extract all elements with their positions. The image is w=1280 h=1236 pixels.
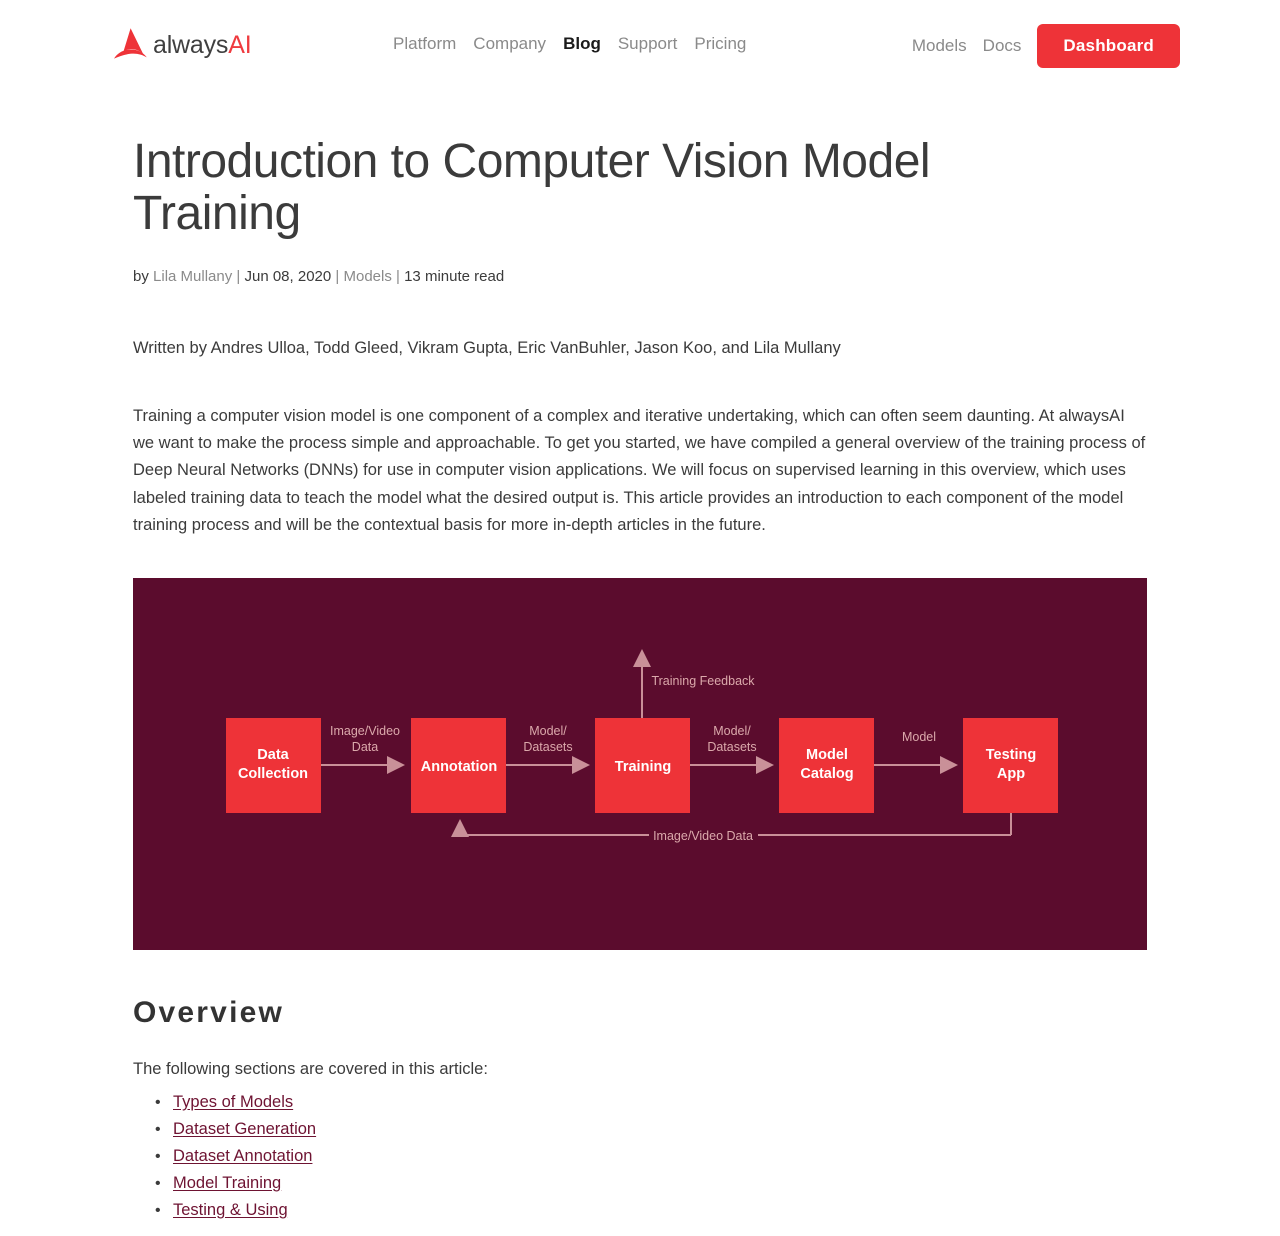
byline-prefix: by (133, 268, 149, 285)
nav-item-company[interactable]: Company (473, 31, 546, 57)
edge-label-training-feedback: Training Feedback (651, 674, 755, 688)
byline-author-link[interactable]: Lila Mullany (153, 268, 232, 285)
box-label-testing-app-line1: Testing (986, 747, 1036, 763)
edge-label-model-datasets-1a: Model/ (529, 724, 567, 738)
box-label-testing-app-line2: App (997, 766, 1025, 782)
nav-item-models[interactable]: Models (912, 33, 967, 59)
alwaysai-logo-mark (114, 28, 147, 59)
toc-link-types-of-models[interactable]: Types of Models (173, 1093, 293, 1111)
site-logo[interactable]: alwaysAI (113, 27, 252, 61)
byline-separator-3: | (396, 268, 400, 285)
box-label-training: Training (615, 759, 671, 775)
primary-navigation: Platform Company Blog Support Pricing (393, 31, 746, 57)
site-header: alwaysAI Platform Company Blog Support P… (0, 0, 1280, 89)
box-label-model-catalog-line1: Model (806, 747, 848, 763)
written-by-line: Written by Andres Ulloa, Todd Gleed, Vik… (133, 339, 841, 357)
edge-label-model-datasets-1b: Datasets (523, 740, 572, 754)
nav-item-pricing[interactable]: Pricing (694, 31, 746, 57)
byline: by Lila Mullany | Jun 08, 2020 | Models … (133, 267, 1147, 287)
edge-label-image-video-data-1b: Data (352, 740, 378, 754)
logo-text: alwaysAI (153, 30, 252, 59)
logo-text-accent: AI (228, 30, 252, 59)
toc-link-dataset-generation[interactable]: Dataset Generation (173, 1120, 316, 1138)
box-label-model-catalog-line2: Catalog (800, 766, 853, 782)
table-of-contents: Types of Models Dataset Generation Datas… (133, 1089, 1147, 1224)
byline-separator-1: | (236, 268, 241, 285)
edge-label-model-datasets-2a: Model/ (713, 724, 751, 738)
list-item: Dataset Annotation (155, 1143, 1147, 1170)
list-item: Testing & Using (155, 1197, 1147, 1224)
toc-link-testing-and-using[interactable]: Testing & Using (173, 1201, 288, 1219)
toc-link-dataset-annotation[interactable]: Dataset Annotation (173, 1147, 312, 1165)
intro-paragraph: Training a computer vision model is one … (133, 407, 1146, 534)
edge-label-model-datasets-2b: Datasets (707, 740, 756, 754)
logo-text-main: always (153, 30, 229, 59)
nav-item-support[interactable]: Support (618, 31, 678, 57)
box-label-data-collection-line1: Data (257, 747, 289, 763)
box-label-annotation: Annotation (421, 759, 498, 775)
overview-lead: The following sections are covered in th… (133, 1060, 488, 1079)
list-item: Dataset Generation (155, 1116, 1147, 1143)
nav-item-blog[interactable]: Blog (563, 31, 601, 57)
toc-link-model-training[interactable]: Model Training (173, 1174, 281, 1192)
nav-item-platform[interactable]: Platform (393, 31, 456, 57)
overview-heading: Overview (133, 996, 285, 1030)
dashboard-button[interactable]: Dashboard (1037, 24, 1180, 68)
training-pipeline-diagram: Data Collection Annotation Training Mode… (133, 578, 1147, 951)
page-title: Introduction to Computer Vision Model Tr… (133, 135, 931, 240)
article-body: Introduction to Computer Vision Model Tr… (133, 89, 1147, 1236)
byline-separator-2: | (335, 268, 340, 285)
edge-label-image-video-data-1a: Image/Video (330, 724, 400, 738)
list-item: Types of Models (155, 1089, 1147, 1116)
secondary-navigation: Models Docs Dashboard (912, 24, 1180, 68)
edge-label-image-video-data-2: Image/Video Data (653, 829, 753, 843)
pipeline-svg: Data Collection Annotation Training Mode… (226, 649, 1058, 843)
box-label-data-collection-line2: Collection (238, 766, 308, 782)
edge-label-model: Model (902, 730, 936, 744)
byline-date: Jun 08, 2020 (244, 268, 332, 285)
nav-item-docs[interactable]: Docs (983, 33, 1022, 59)
byline-read-time: 13 minute read (404, 268, 505, 285)
list-item: Model Training (155, 1170, 1147, 1197)
byline-category-link[interactable]: Models (343, 268, 391, 285)
